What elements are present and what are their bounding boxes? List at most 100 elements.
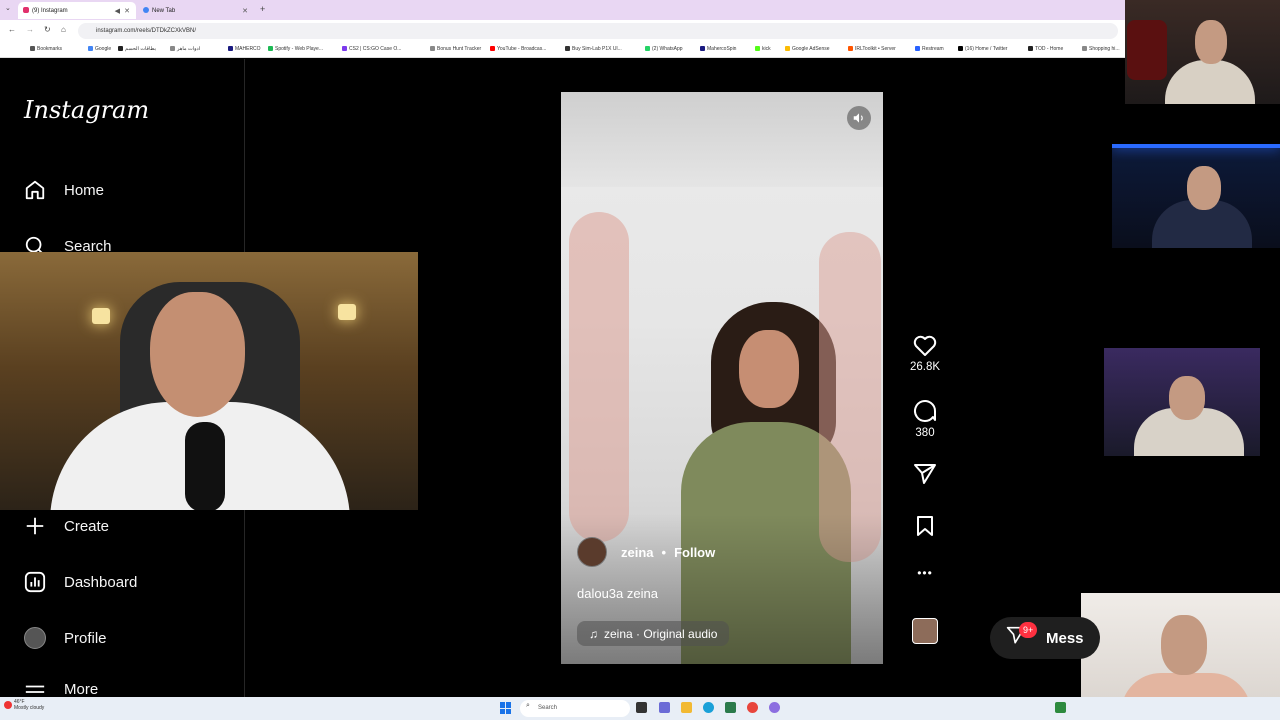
bookmark-item[interactable]: Google <box>88 46 111 52</box>
comment-count: 380 <box>915 427 935 439</box>
file-explorer-icon[interactable] <box>681 702 692 713</box>
person-head <box>1187 166 1221 210</box>
bookmark-favicon-icon <box>915 46 920 51</box>
bookmark-label: TOD - Home <box>1035 46 1064 52</box>
bookmark-item[interactable]: Spotify - Web Playe... <box>268 46 323 52</box>
bookmark-label: MAHERCO <box>235 46 261 52</box>
bookmark-item[interactable]: Shopping hi... <box>1082 46 1120 52</box>
url-input[interactable]: instagram.com/reels/DTDkZCXkVBN/ <box>78 23 1118 39</box>
reload-icon[interactable]: ↻ <box>44 25 51 34</box>
bookmark-favicon-icon <box>958 46 963 51</box>
task-view-icon[interactable] <box>636 702 647 713</box>
lamp <box>338 304 356 320</box>
reel-author-row: zeina • Follow <box>577 537 715 567</box>
new-tab-plus-icon[interactable]: + <box>260 4 265 14</box>
bookmark-item[interactable]: Buy Sim-Lab P1X Ul... <box>565 46 622 52</box>
like-count: 26.8K <box>909 361 941 373</box>
bookmark-label: ادوات ماهر <box>177 46 201 52</box>
browser-tab-bar: ⌄ (9) Instagram ◀ ✕ New Tab ✕ + <box>0 0 1125 20</box>
weather-desc: Mostly cloudy <box>14 705 45 711</box>
bookmark-item[interactable]: MAHERCO <box>228 46 261 52</box>
app-icon[interactable] <box>725 702 736 713</box>
bookmark-label: Shopping hi... <box>1089 46 1120 52</box>
tab-label: New Tab <box>152 7 176 14</box>
separator-dot: • <box>661 544 667 560</box>
like-action[interactable]: 26.8K <box>905 335 945 373</box>
bookmark-label: (16) Home / Twitter <box>965 46 1008 52</box>
bookmark-item[interactable]: kick <box>755 46 771 52</box>
weather-widget[interactable]: 46°F Mostly cloudy <box>14 699 44 711</box>
bookmark-label: kick <box>762 46 771 52</box>
bookmark-item[interactable]: Bookmarks <box>30 46 62 52</box>
reel-person-face <box>739 330 799 408</box>
close-icon[interactable]: ✕ <box>124 7 130 15</box>
chrome-icon[interactable] <box>747 702 758 713</box>
audio-label: zeina · Original audio <box>604 626 718 641</box>
more-options-icon[interactable]: ••• <box>905 566 945 580</box>
tab-list-chevron-icon[interactable]: ⌄ <box>5 4 11 12</box>
back-arrow-icon[interactable]: ← <box>8 25 16 34</box>
bookmark-item[interactable]: (2) WhatsApp <box>645 46 683 52</box>
tab-new-tab[interactable]: New Tab ✕ <box>138 2 254 19</box>
bookmark-favicon-icon <box>118 46 123 51</box>
bookmark-favicon-icon <box>700 46 705 51</box>
lamp <box>92 308 110 324</box>
bookmark-label: CS2 | CS:GO Case O... <box>349 46 402 52</box>
bookmark-item[interactable]: CS2 | CS:GO Case O... <box>342 46 401 52</box>
bookmark-item[interactable]: YouTube - Broadcas... <box>490 46 546 52</box>
bookmark-favicon-icon <box>785 46 790 51</box>
sidebar-item-profile[interactable]: Profile <box>24 625 107 651</box>
avatar[interactable] <box>577 537 607 567</box>
bookmark-favicon-icon <box>342 46 347 51</box>
bookmark-favicon-icon <box>170 46 175 51</box>
bookmark-item[interactable]: Restream <box>915 46 944 52</box>
reel-video[interactable] <box>561 92 883 664</box>
app-icon[interactable] <box>659 702 670 713</box>
sidebar-item-dashboard[interactable]: Dashboard <box>24 569 137 595</box>
comment-action[interactable]: 380 <box>905 399 945 439</box>
speaker-icon[interactable] <box>847 106 871 130</box>
person-body <box>1165 60 1255 104</box>
bookmark-label: Google AdSense <box>792 46 830 52</box>
tab-instagram[interactable]: (9) Instagram ◀ ✕ <box>18 2 136 19</box>
menu-icon <box>24 681 46 697</box>
reel-username[interactable]: zeina <box>621 545 654 560</box>
sidebar-item-home[interactable]: Home <box>24 177 104 203</box>
bookmark-item[interactable]: MahercoSpin <box>700 46 736 52</box>
save-action[interactable] <box>905 515 945 537</box>
tray-icon[interactable] <box>1055 702 1066 713</box>
bookmark-item[interactable]: Bonus Hunt Tracker <box>430 46 481 52</box>
audio-thumbnail[interactable] <box>912 618 938 644</box>
speaker-icon[interactable]: ◀ <box>115 7 120 15</box>
edge-icon[interactable] <box>703 702 714 713</box>
windows-start-icon[interactable] <box>500 702 512 714</box>
blurred-hand <box>569 212 629 542</box>
bookmark-favicon-icon <box>565 46 570 51</box>
bookmark-label: Bonus Hunt Tracker <box>437 46 482 52</box>
dashboard-icon <box>24 571 46 593</box>
follow-button[interactable]: Follow <box>674 545 715 560</box>
audio-pill[interactable]: ♫ zeina · Original audio <box>577 621 730 646</box>
home-icon[interactable]: ⌂ <box>61 25 66 34</box>
weather-alert-icon <box>4 701 12 709</box>
bookmark-favicon-icon <box>645 46 650 51</box>
bookmark-item[interactable]: (16) Home / Twitter <box>958 46 1007 52</box>
bookmark-label: YouTube - Broadcas... <box>497 46 547 52</box>
app-icon[interactable] <box>769 702 780 713</box>
share-action[interactable] <box>905 463 945 485</box>
bookmark-label: Google <box>95 46 112 52</box>
bookmark-item[interactable]: Google AdSense <box>785 46 830 52</box>
sidebar-item-create[interactable]: Create <box>24 513 109 539</box>
sidebar-item-more[interactable]: More <box>24 681 98 697</box>
instagram-logo[interactable]: Instagram <box>24 96 149 124</box>
bookmark-item[interactable]: ادوات ماهر <box>170 46 200 52</box>
taskbar-search-input[interactable]: Search <box>520 700 630 717</box>
bookmark-item[interactable]: بطاقات الحسم <box>118 46 156 52</box>
webcam-overlay-main <box>0 252 418 510</box>
close-icon[interactable]: ✕ <box>242 7 248 15</box>
notification-badge: 9+ <box>1019 622 1038 638</box>
forward-arrow-icon[interactable]: → <box>26 25 34 34</box>
bookmark-item[interactable]: IRLToolkit • Server <box>848 46 896 52</box>
bookmark-item[interactable]: TOD - Home <box>1028 46 1063 52</box>
bookmark-favicon-icon <box>490 46 495 51</box>
